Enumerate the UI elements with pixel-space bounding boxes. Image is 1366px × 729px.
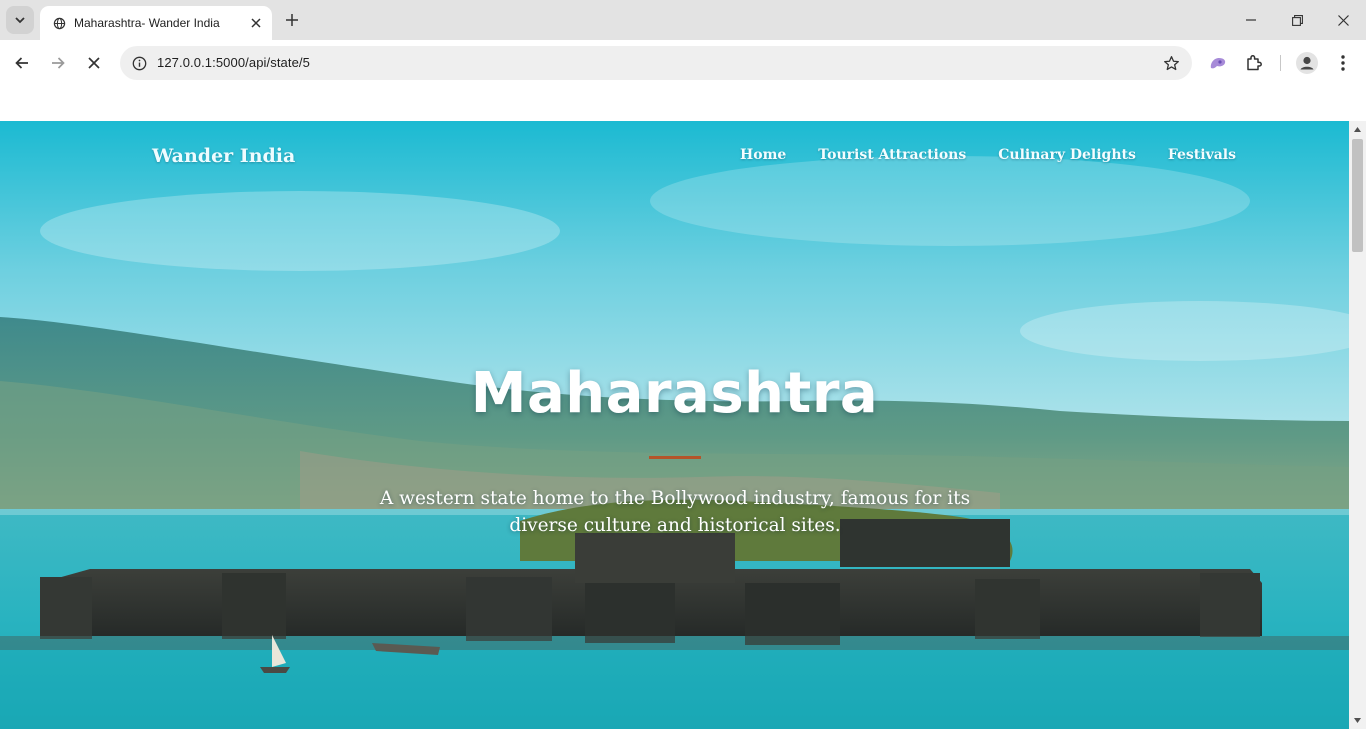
hero-title: Maharashtra (470, 361, 879, 426)
gemini-icon[interactable] (1207, 52, 1229, 74)
arrow-right-icon (52, 57, 65, 69)
tab-search-button[interactable] (6, 6, 34, 34)
stop-loading-icon (88, 57, 100, 69)
minimize-icon (1246, 19, 1256, 21)
url-text[interactable]: 127.0.0.1:5000/api/state/5 (157, 55, 310, 70)
hero-section: Wander India Home Tourist Attractions Cu… (0, 121, 1349, 729)
tab-strip: Maharashtra- Wander India (0, 0, 1366, 40)
minimize-button[interactable] (1228, 0, 1274, 40)
close-icon (1337, 14, 1349, 26)
chevron-down-icon (15, 17, 25, 24)
site-nav: Home Tourist Attractions Culinary Deligh… (740, 147, 1236, 163)
arrow-left-icon (15, 57, 28, 69)
hero-subtitle: A western state home to the Bollywood in… (379, 488, 971, 536)
restore-button[interactable] (1274, 0, 1320, 40)
globe-icon (52, 16, 66, 30)
site-logo[interactable]: Wander India (152, 145, 295, 167)
avatar-icon[interactable] (1296, 52, 1318, 74)
toolbar-divider (1280, 55, 1281, 71)
plus-icon (286, 14, 298, 26)
nav-tourist-attractions[interactable]: Tourist Attractions (818, 147, 966, 163)
nav-festivals[interactable]: Festivals (1168, 147, 1236, 163)
address-bar[interactable]: 127.0.0.1:5000/api/state/5 (120, 46, 1192, 80)
forward-button[interactable] (43, 48, 73, 78)
info-icon[interactable] (130, 54, 148, 72)
hero-divider (649, 456, 701, 459)
page-scrollbar[interactable] (1349, 121, 1366, 729)
scroll-up-arrow[interactable] (1349, 121, 1366, 138)
new-tab-button[interactable] (280, 8, 304, 32)
scrollbar-thumb[interactable] (1352, 139, 1363, 252)
browser-tab[interactable]: Maharashtra- Wander India (40, 6, 272, 40)
nav-culinary-delights[interactable]: Culinary Delights (998, 147, 1136, 163)
scroll-down-arrow[interactable] (1349, 712, 1366, 729)
page-viewport: Wander India Home Tourist Attractions Cu… (0, 121, 1349, 729)
close-icon[interactable] (248, 15, 264, 31)
nav-home[interactable]: Home (740, 147, 786, 163)
back-button[interactable] (7, 48, 37, 78)
browser-toolbar: 127.0.0.1:5000/api/state/5 (0, 40, 1366, 86)
puzzle-icon[interactable] (1243, 52, 1265, 74)
stop-button[interactable] (79, 48, 109, 78)
restore-icon (1291, 14, 1303, 26)
close-window-button[interactable] (1320, 0, 1366, 40)
tab-title: Maharashtra- Wander India (74, 16, 220, 30)
more-vertical-icon[interactable] (1332, 52, 1354, 74)
star-icon[interactable] (1162, 54, 1180, 72)
